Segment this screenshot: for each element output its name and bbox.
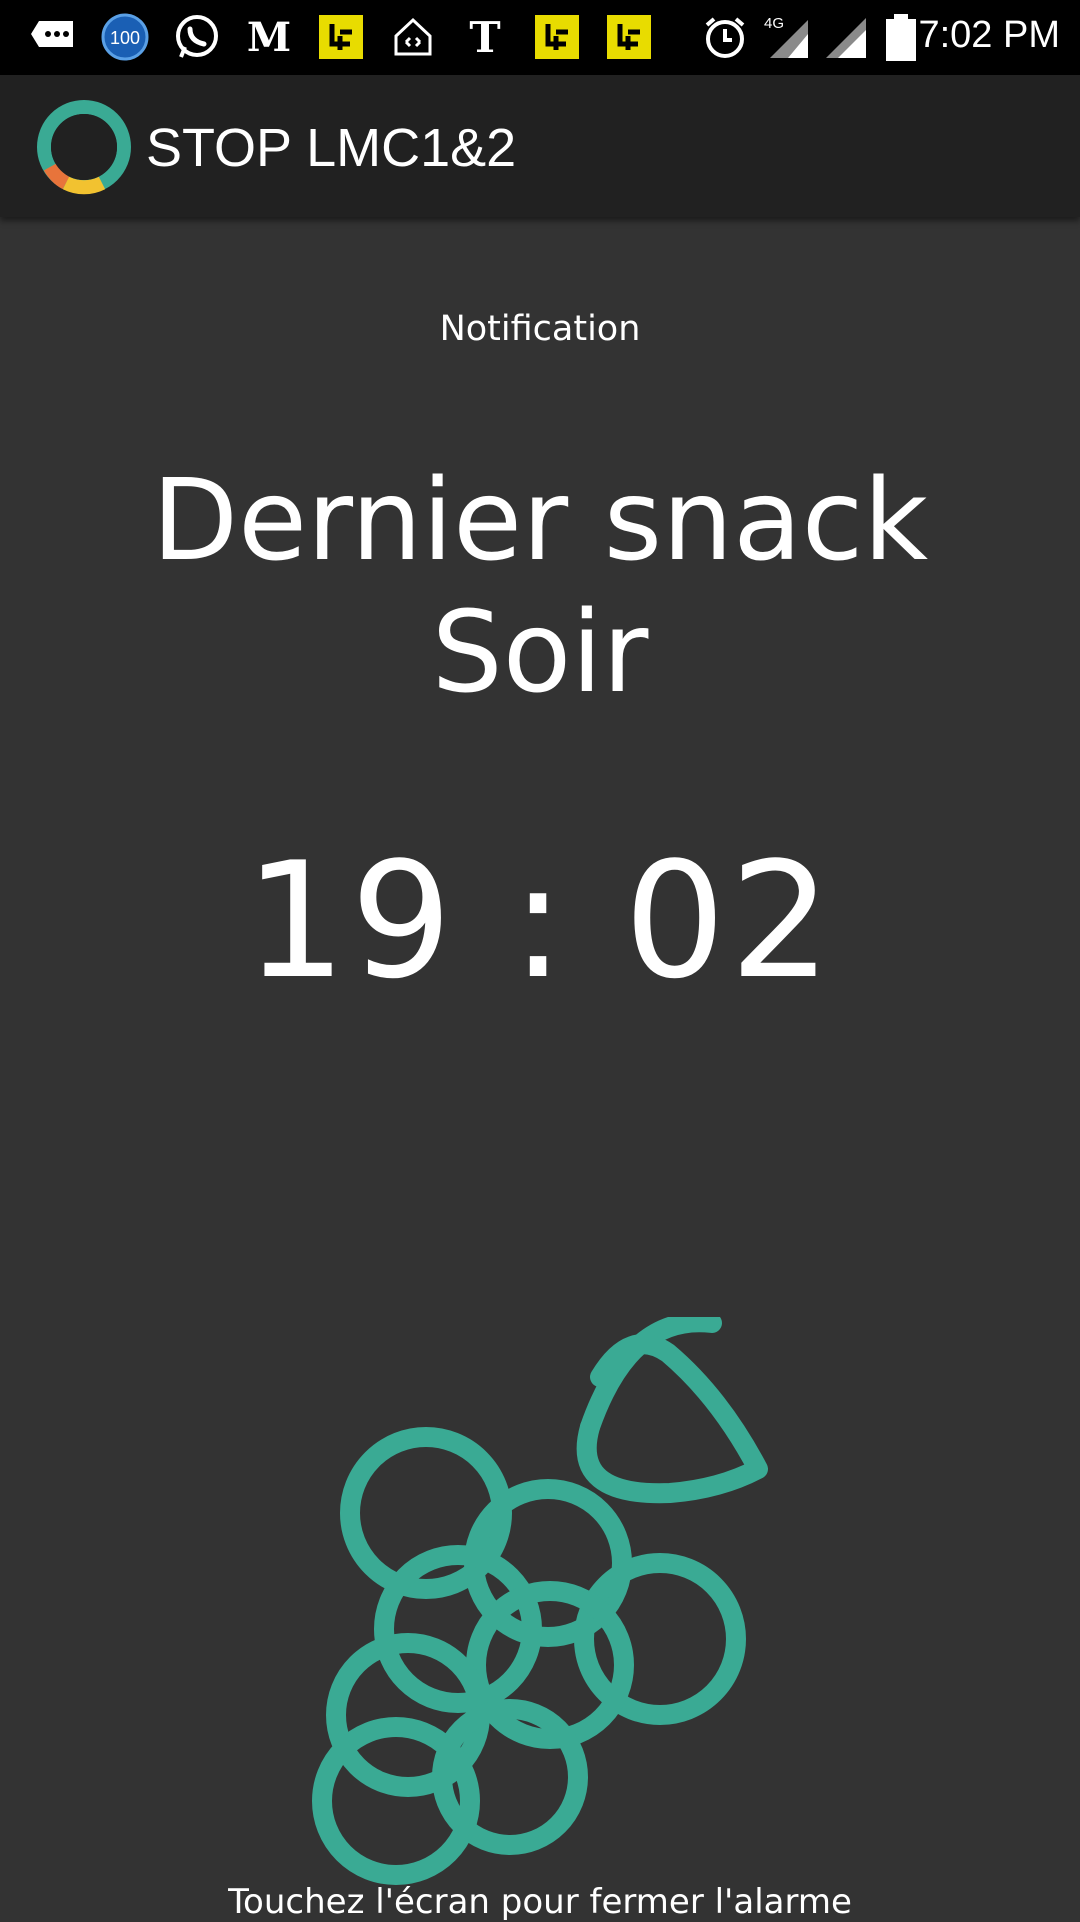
svg-text:100: 100 (110, 28, 140, 48)
app-title: STOP LMC1&2 (146, 118, 517, 178)
alarm-title: Dernier snack Soir (0, 455, 1080, 719)
notification-label: Notification (439, 309, 641, 349)
svg-text:M: M (247, 15, 291, 59)
alarm-icon (700, 12, 750, 62)
badge-100-icon: 100 (100, 12, 150, 62)
signal-icon (820, 12, 870, 62)
alarm-time: 19 : 02 (244, 827, 836, 1014)
alarm-title-line2: Soir (431, 588, 649, 718)
dismiss-hint: Touchez l'écran pour fermer l'alarme (228, 1882, 852, 1922)
grapes-icon (300, 1312, 780, 1917)
app-yellow-icon (604, 12, 654, 62)
svg-text:T: T (469, 14, 500, 60)
app-bar: STOP LMC1&2 (0, 75, 1080, 217)
alarm-title-line1: Dernier snack (151, 456, 929, 586)
messaging-icon (28, 12, 78, 62)
status-bar: 100 M T 4G 7:02 PM (0, 0, 1080, 75)
le-monde-icon: M (244, 12, 294, 62)
app-yellow-icon (532, 12, 582, 62)
alarm-screen[interactable]: Notification Dernier snack Soir 19 : 02 … (0, 217, 1080, 1922)
status-time: 7:02 PM (918, 14, 1060, 56)
nyt-icon: T (460, 12, 510, 62)
svg-text:4G: 4G (764, 15, 784, 32)
signal-4g-icon: 4G (762, 12, 812, 62)
home-icon (388, 12, 438, 62)
app-yellow-icon (316, 12, 366, 62)
app-ring-logo-icon (36, 99, 132, 195)
whatsapp-icon (172, 12, 222, 62)
